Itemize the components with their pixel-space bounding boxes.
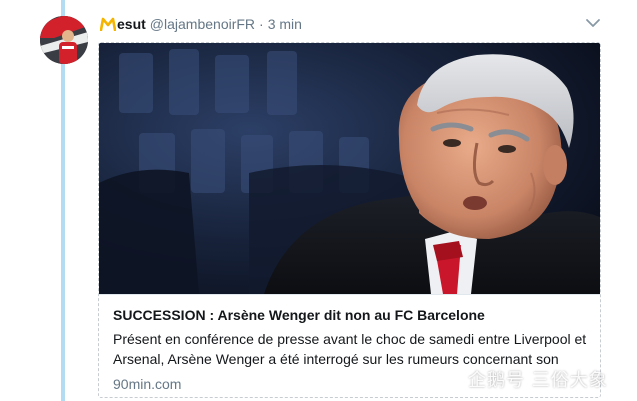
display-name-text: esut — [117, 16, 146, 32]
penguin-logo-icon — [441, 368, 459, 390]
tweet-view: esut @lajambenoirFR · 3 min SUCCESSION:… — [0, 0, 637, 401]
card-title[interactable]: SUCCESSION : Arsène Wenger dit non au FC… — [113, 305, 588, 325]
link-card[interactable]: SUCCESSION : Arsène Wenger dit non au FC… — [98, 42, 601, 398]
user-handle[interactable]: @lajambenoirFR — [150, 16, 255, 32]
card-description: Présent en conférence de presse avant le… — [113, 331, 587, 367]
separator-dot: · — [259, 16, 264, 32]
m-emoji-icon — [100, 17, 116, 31]
avatar-image — [40, 16, 88, 64]
tweet-timestamp[interactable]: 3 min — [268, 16, 302, 32]
avatar[interactable] — [40, 16, 88, 64]
watermark-text: 企鹅号 三俗大象 — [468, 370, 608, 391]
tweet-header: esut @lajambenoirFR · 3 min — [100, 14, 302, 34]
card-photo[interactable] — [99, 43, 600, 294]
display-name[interactable]: esut — [100, 16, 146, 32]
watermark: 企鹅号 三俗大象 — [438, 366, 608, 392]
chevron-down-icon[interactable] — [584, 16, 602, 30]
